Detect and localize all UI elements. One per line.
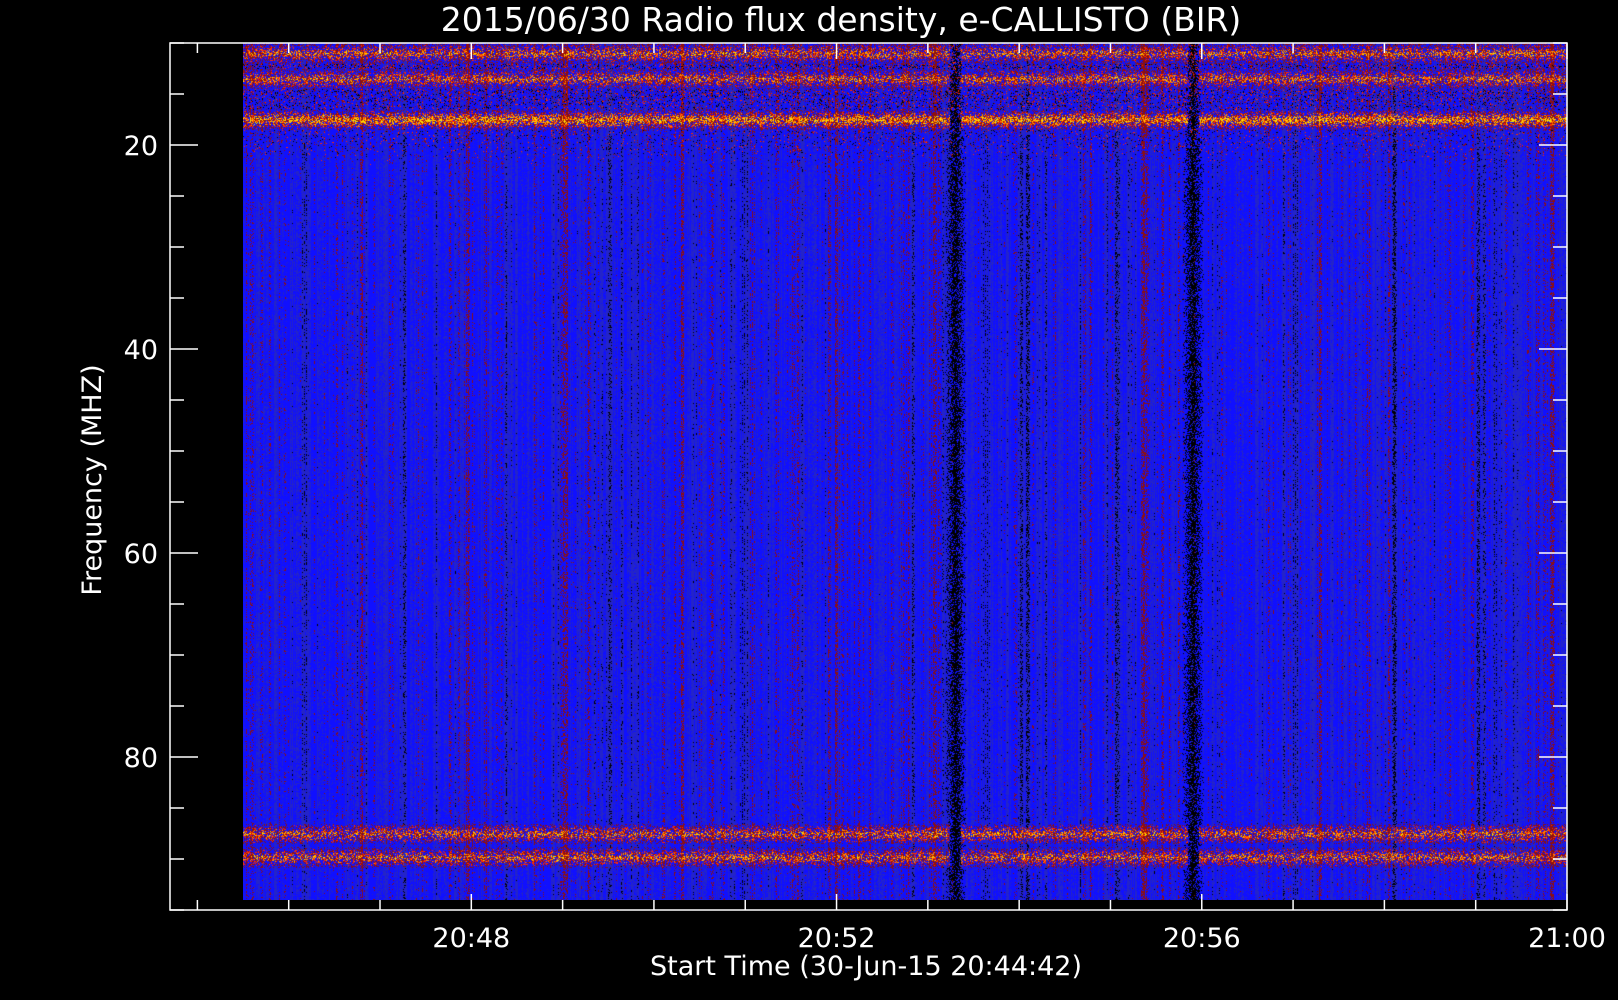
heatmap-image bbox=[243, 43, 1567, 900]
y-tick-label: 60 bbox=[124, 539, 158, 570]
x-tick-label: 20:56 bbox=[1163, 923, 1241, 954]
y-tick-label: 40 bbox=[124, 335, 158, 366]
spectrogram-chart: 2015/06/30 Radio flux density, e-CALLIST… bbox=[77, 0, 1606, 982]
x-axis-label: Start Time (30-Jun-15 20:44:42) bbox=[650, 951, 1082, 982]
spectrogram-image bbox=[243, 43, 1567, 900]
chart-title: 2015/06/30 Radio flux density, e-CALLIST… bbox=[441, 0, 1242, 39]
x-tick-label: 21:00 bbox=[1528, 923, 1606, 954]
y-axis-label: Frequency (MHZ) bbox=[77, 364, 108, 595]
x-tick-label: 20:52 bbox=[798, 923, 876, 954]
x-tick-label: 20:48 bbox=[432, 923, 510, 954]
y-tick-label: 20 bbox=[124, 131, 158, 162]
y-tick-label: 80 bbox=[124, 743, 158, 774]
